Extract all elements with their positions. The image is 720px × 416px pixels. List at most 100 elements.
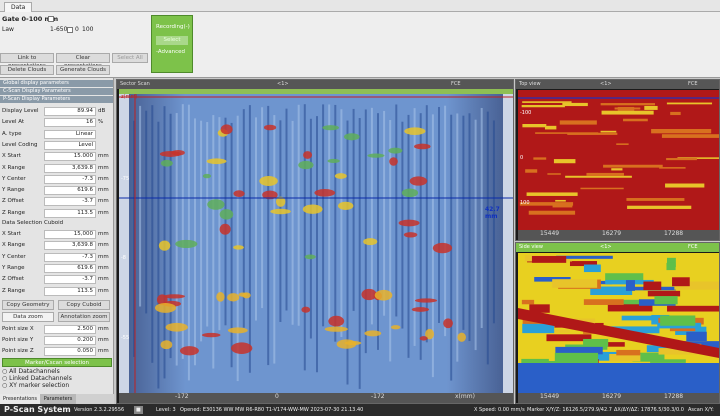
top-xtick-3: 17288	[664, 230, 684, 237]
radio-all-datachannels[interactable]: ○ All Datachannels	[2, 368, 60, 375]
tab-presentations[interactable]: Presentations	[0, 394, 40, 404]
radio-xy-label: XY marker selection	[9, 382, 70, 389]
side-view-title: Side view	[519, 244, 543, 250]
point_size-unit: mm	[98, 348, 109, 354]
radio-xy-marker[interactable]: ○ XY marker selection	[2, 382, 69, 389]
side-view[interactable]: Side view <1> FCE 15449 16279 17288	[515, 242, 720, 404]
point_size-label: Point size Y	[2, 337, 34, 343]
data-zoom-button[interactable]: Data zoom	[2, 312, 54, 322]
cscan-display-section[interactable]: C-Scan Display Parameters	[0, 88, 113, 95]
sector-fce-label: FCE	[451, 81, 461, 87]
point_size-row: Point size Z 0.050 mm	[0, 346, 113, 357]
sector-ytick-1: -75	[121, 176, 130, 182]
params-row: X Start 15.000 mm	[0, 151, 113, 162]
params-label: X Range	[2, 164, 25, 171]
marker-cscan-button[interactable]: Marker/Cscan selection	[2, 358, 112, 367]
cuboid-unit: mm	[98, 276, 109, 283]
point_size-unit: mm	[98, 337, 109, 343]
cuboid-row: Y Range 619.6 mm	[0, 263, 113, 274]
top-view[interactable]: Top view <1> FCE -100 0 100 15449 16279 …	[515, 79, 720, 241]
params-value-field[interactable]: 3,639.8	[44, 163, 96, 173]
law-value-2: 100	[82, 26, 94, 33]
params-value-field[interactable]: -7.3	[44, 174, 96, 184]
top-view-title: Top view	[519, 81, 541, 87]
point_size-row: Point size Y 0.200 mm	[0, 335, 113, 346]
sector-scan-title: Sector Scan	[120, 81, 150, 87]
side-view-fce: FCE	[688, 244, 698, 250]
cuboid-value-field[interactable]: 3,639.8	[44, 241, 96, 251]
app-version: Version 2.3.2.29556	[74, 407, 125, 413]
radio-linked-datachannels[interactable]: ○ Linked Datachannels	[2, 375, 72, 382]
cuboid-label: X Start	[2, 231, 21, 237]
params-value-field[interactable]: Level	[44, 140, 96, 150]
params-label: Y Range	[2, 187, 25, 194]
annotation-zoom-button[interactable]: Annotation zoom	[58, 312, 110, 322]
params-label: Display Level	[2, 108, 39, 114]
advanced-toggle[interactable]: -Advanced	[156, 49, 185, 55]
params-value-field[interactable]: 89.94	[44, 107, 96, 116]
cuboid-row: X Range 3,639.8 mm	[0, 240, 113, 251]
recording-label[interactable]: Recording(-)	[156, 24, 190, 30]
sector-xtick-1: -172	[175, 393, 189, 400]
law-checkbox[interactable]	[67, 27, 73, 33]
sector-xunit: x(mm)	[455, 393, 475, 400]
generate-clouds-button[interactable]: Generate Clouds	[56, 65, 110, 75]
depth-readout: 42.7 mm	[485, 206, 500, 220]
cuboid-row: X Start 15,000 mm	[0, 229, 113, 240]
level-badge: ■	[134, 406, 143, 414]
params-value-field[interactable]: 619.6	[44, 186, 96, 196]
params-unit: mm	[98, 164, 109, 171]
point_size-value-field[interactable]: 0.050	[44, 347, 96, 356]
link-to-presentations-button[interactable]: Link to presentations	[0, 53, 54, 69]
params-row: Level At 16%	[0, 117, 113, 128]
copy-cuboid-button[interactable]: Copy Cuboid	[58, 300, 110, 310]
params-value-field[interactable]: 16	[44, 118, 96, 128]
global-display-section[interactable]: Global display parameters	[0, 80, 113, 87]
cuboid-value-field[interactable]: -3.7	[44, 275, 96, 285]
radio-linked-label: Linked Datachannels	[9, 375, 72, 382]
params-value-field[interactable]: Linear	[44, 129, 96, 139]
cuboid-label: Z Range	[2, 287, 25, 294]
app-name: P-Scan System	[4, 405, 71, 414]
params-unit: mm	[98, 175, 109, 182]
pscan-display-section[interactable]: P-Scan Display Parameters	[0, 96, 113, 103]
params-value-field[interactable]: -3.7	[44, 197, 96, 207]
params-unit: dB	[98, 108, 106, 114]
params-unit: mm	[98, 187, 109, 194]
point_size-label: Point size X	[2, 326, 34, 332]
copy-geometry-button[interactable]: Copy Geometry	[2, 300, 54, 310]
cuboid-row: Z Offset -3.7 mm	[0, 274, 113, 285]
delete-clouds-button[interactable]: Delete Clouds	[0, 65, 54, 75]
tab-data[interactable]: Data	[4, 2, 33, 12]
params-row: Z Range 113.5 mm	[0, 208, 113, 219]
top-view-image	[518, 90, 719, 230]
cuboid-value-field[interactable]: 15,000	[44, 230, 96, 239]
cuboid-value-field[interactable]: 619.6	[44, 263, 96, 273]
cuboid-value-field[interactable]: 113.5	[44, 286, 96, 296]
point_size-value-field[interactable]: 0.200	[44, 336, 96, 345]
params-unit: mm	[98, 153, 109, 160]
sector-scan-view[interactable]: Sector Scan <1> FCE z(mm) -75 -8 -55 42.…	[116, 79, 514, 404]
gate-checkbox[interactable]	[48, 16, 54, 22]
law-range: 1-650	[50, 26, 68, 33]
select-all-button[interactable]: Select All	[112, 53, 148, 63]
side-view-header: Side view <1> FCE	[516, 243, 719, 252]
select-button[interactable]: Select	[156, 36, 188, 45]
params-label: Y Center	[2, 175, 26, 182]
cuboid-value-field[interactable]: -7.3	[44, 252, 96, 262]
clear-presentations-button[interactable]: Clear presentations	[56, 53, 110, 69]
top-ytick-1: -100	[520, 110, 532, 116]
params-value-field[interactable]: 113.5	[44, 208, 96, 218]
params-value-field[interactable]: 15.000	[44, 152, 96, 162]
side-view-x-axis: 15449 16279 17288	[518, 393, 719, 403]
app-window: { "tabs": {"data": "Data"}, "gate": {"ti…	[0, 0, 720, 416]
zmm-label: z(mm)	[121, 94, 138, 100]
ascan-xy: Ascan X/Y:	[688, 407, 714, 413]
tab-parameters[interactable]: Parameters	[40, 394, 76, 404]
level-indicator: Level: 3	[156, 407, 176, 413]
point_size-value-field[interactable]: 2.500	[44, 325, 96, 334]
params-row: X Range 3,639.8 mm	[0, 163, 113, 174]
params-label: Level At	[2, 119, 25, 126]
top-view-header: Top view <1> FCE	[516, 80, 719, 89]
top-xtick-2: 16279	[602, 230, 622, 237]
